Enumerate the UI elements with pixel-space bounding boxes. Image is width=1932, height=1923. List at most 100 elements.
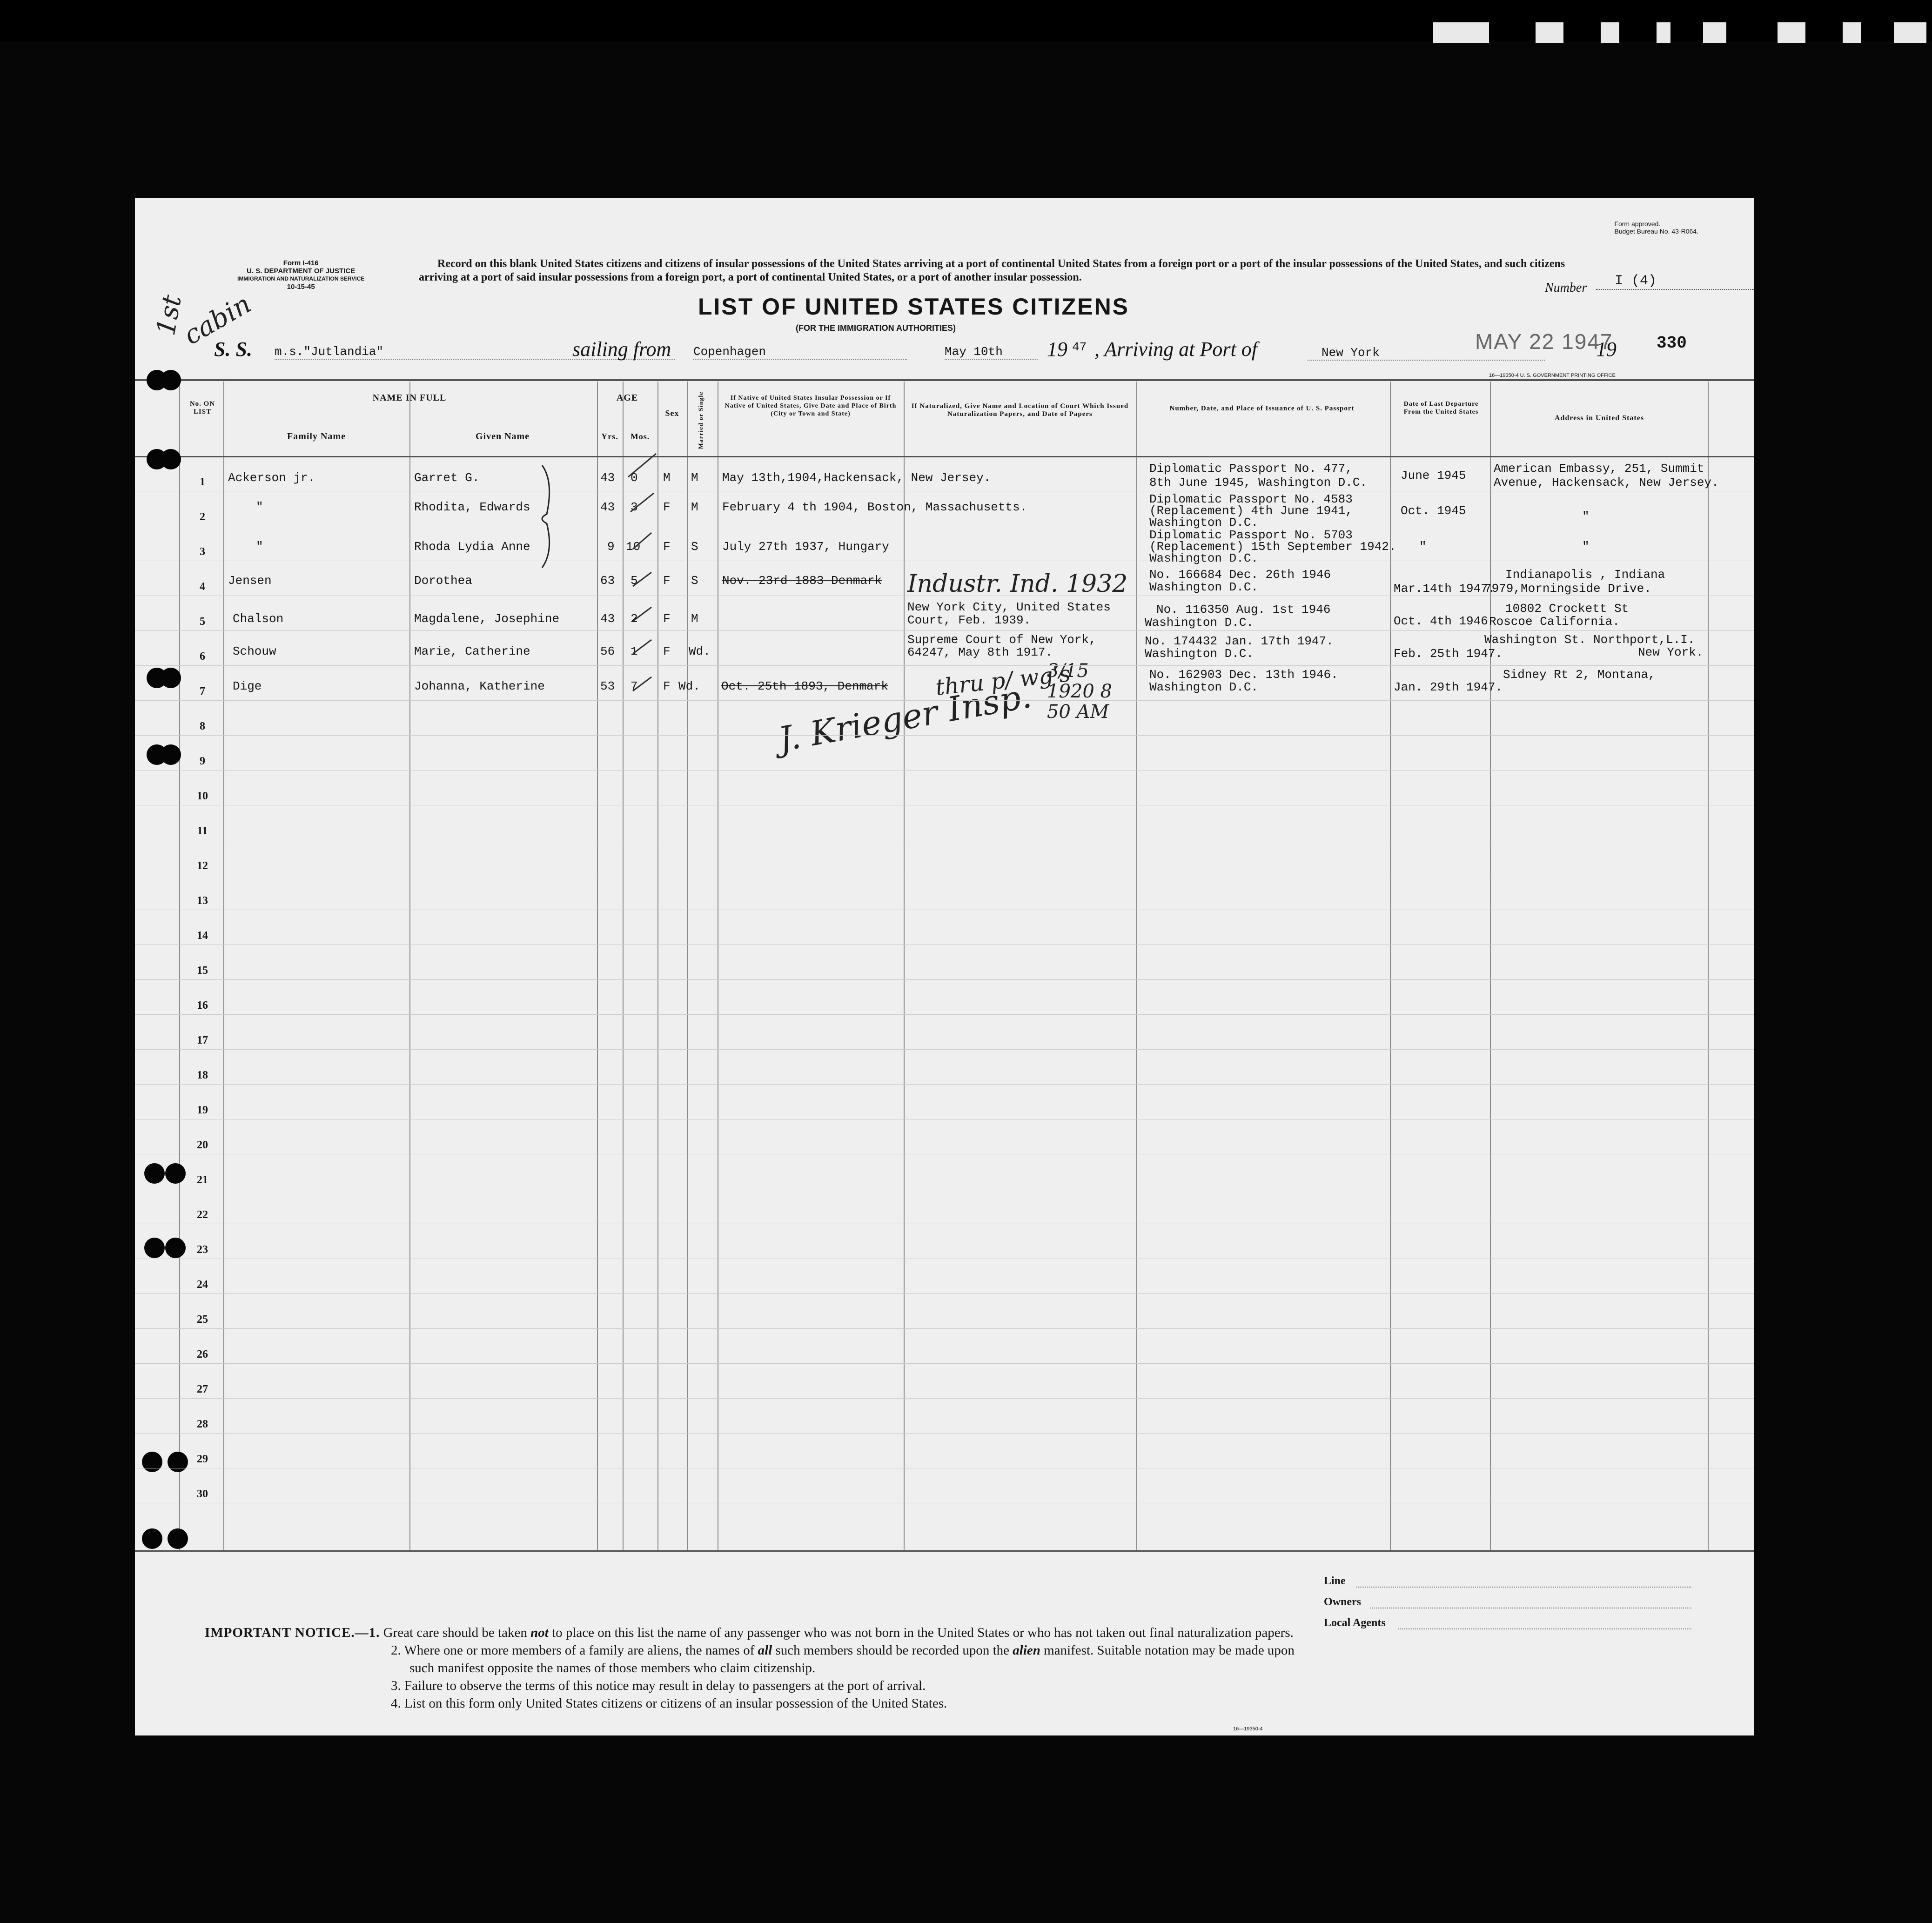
arrival-date-stamp: MAY 22 1947 [1475, 329, 1613, 354]
row-rule [135, 1398, 1754, 1399]
number-value: I (4) [1596, 273, 1754, 290]
birth-details: February 4 th 1904, Boston, Massachusett… [722, 500, 1027, 514]
passport-line: Washington D.C. [1149, 680, 1259, 694]
row-number: 30 [197, 1488, 208, 1500]
row-number: 25 [197, 1313, 208, 1326]
header-given-name: Given Name [475, 431, 530, 442]
header-rule [135, 379, 1754, 381]
page-number: 330 [1657, 334, 1687, 353]
page-title: LIST OF UNITED STATES CITIZENS [698, 294, 1130, 320]
last-departure: " [1419, 540, 1427, 554]
column-divider [1490, 382, 1491, 1552]
sailing-label: sailing from [572, 338, 671, 361]
handwritten-bracket-note: 3/15 1920 8 50 AM [1047, 660, 1112, 723]
birth-details: May 13th,1904,Hackensack, New Jersey. [722, 471, 991, 485]
row-number: 1 [200, 476, 205, 488]
naturalization-line: 64247, May 8th 1917. [907, 645, 1053, 659]
row-rule [135, 979, 1754, 980]
address-line: Sidney Rt 2, Montana, [1503, 668, 1656, 682]
service: IMMIGRATION AND NATURALIZATION SERVICE [237, 275, 365, 282]
row-rule [135, 1328, 1754, 1329]
age-years: 43 [600, 612, 615, 626]
marital-status: Wd. [689, 644, 711, 658]
notice-item-2: 2. Where one or more members of a family… [205, 1642, 1740, 1659]
age-years: 43 [600, 471, 615, 485]
given-name: Rhoda Lydia Anne [414, 540, 530, 554]
last-departure: June 1945 [1401, 469, 1466, 482]
ss-label: S. S. [214, 338, 252, 361]
punch-hole [142, 1452, 162, 1472]
printing-note: 16—19350-4 U. S. GOVERNMENT PRINTING OFF… [1489, 373, 1616, 378]
row-number: 7 [200, 685, 205, 697]
address-line: " [1582, 509, 1590, 523]
column-divider [904, 382, 905, 1552]
row-rule [135, 1049, 1754, 1050]
notice-emphasis: not [530, 1625, 549, 1640]
header-naturalized: If Naturalized, Give Name and Location o… [911, 402, 1129, 418]
header-last-departure: Date of Last Departure From the United S… [1403, 401, 1479, 415]
family-name: Chalson [233, 612, 284, 626]
film-frame-mark [1657, 22, 1670, 43]
passport-line: Washington D.C. [1149, 580, 1259, 594]
age-years: 63 [600, 574, 615, 588]
notice-text: such members should be recorded upon the [775, 1643, 1010, 1658]
budget-approval: Form approved. Budget Bureau No. 43-R064… [1614, 220, 1698, 235]
row-number: 14 [197, 930, 208, 942]
row-rule [135, 1363, 1754, 1364]
birth-details: Oct. 25th 1893, Denmark [721, 679, 888, 693]
form-identification: Form I-416 U. S. DEPARTMENT OF JUSTICE I… [237, 259, 364, 291]
notice-emphasis: alien [1013, 1643, 1040, 1658]
header-bottom-rule [135, 456, 1754, 457]
punch-hole [144, 1238, 165, 1258]
given-name: Dorothea [414, 574, 472, 588]
film-frame-mark [1433, 22, 1489, 43]
naturalization-line: Court, Feb. 1939. [907, 613, 1031, 627]
page-subtitle: (FOR THE IMMIGRATION AUTHORITIES) [796, 323, 956, 333]
row-number: 4 [200, 581, 205, 593]
row-number: 24 [197, 1279, 208, 1291]
family-name: Dige [233, 679, 262, 693]
row-rule [135, 1084, 1754, 1085]
punch-hole [165, 1238, 186, 1258]
column-divider [1136, 382, 1137, 1552]
film-frame-mark [1843, 22, 1861, 43]
row-rule [135, 1293, 1754, 1294]
last-departure: Jan. 29th 1947. [1394, 680, 1503, 694]
column-divider [1708, 382, 1709, 1552]
notice-item-3: 3. Failure to observe the terms of this … [391, 1678, 926, 1693]
notice-text: manifest. Suitable notation may be made … [1044, 1643, 1295, 1658]
film-frame-mark [1536, 22, 1563, 43]
column-divider [1390, 382, 1391, 1552]
record-instructions: Record on this blank United States citiz… [419, 258, 1565, 283]
notice-lead: IMPORTANT NOTICE.—1. [205, 1625, 380, 1640]
row-number: 26 [197, 1348, 208, 1360]
address-line: American Embassy, 251, Summit [1494, 462, 1704, 476]
family-name: Ackerson jr. [228, 471, 315, 485]
column-divider [409, 382, 410, 1552]
header-native-birth: If Native of United States Insular Posse… [724, 395, 897, 417]
address-line: Indianapolis , Indiana [1505, 568, 1665, 582]
sailing-date: May 10th [945, 345, 1038, 360]
row-number: 15 [197, 965, 208, 977]
last-departure: Feb. 25th 1947. [1394, 647, 1503, 661]
arriving-label: , Arriving at Port of [1094, 338, 1257, 361]
header-married-or-single: Married or Single [698, 391, 705, 449]
punch-hole [168, 1528, 188, 1549]
line-label: Line [1324, 1575, 1346, 1587]
row-number: 22 [197, 1209, 208, 1221]
header-age: AGE [616, 393, 638, 403]
notice-item-4: 4. List on this form only United States … [391, 1696, 947, 1711]
notice-item-1: IMPORTANT NOTICE.—1. Great care should b… [205, 1624, 1740, 1642]
header-name-in-full: NAME IN FULL [372, 393, 447, 403]
year2-prefix: 19 [1596, 338, 1617, 361]
row-number: 27 [197, 1383, 208, 1395]
punch-hole [161, 449, 181, 469]
family-name: " [256, 500, 263, 514]
table-bottom-rule [135, 1550, 1754, 1552]
marital-status: S [691, 540, 698, 554]
handwritten-naturalization-note: Industr. Ind. 1932 [907, 570, 1128, 598]
number-label: Number [1545, 281, 1587, 295]
row-number: 20 [197, 1139, 208, 1151]
notice-text: 2. Where one or more members of a family… [391, 1643, 755, 1658]
row-rule [135, 735, 1754, 736]
